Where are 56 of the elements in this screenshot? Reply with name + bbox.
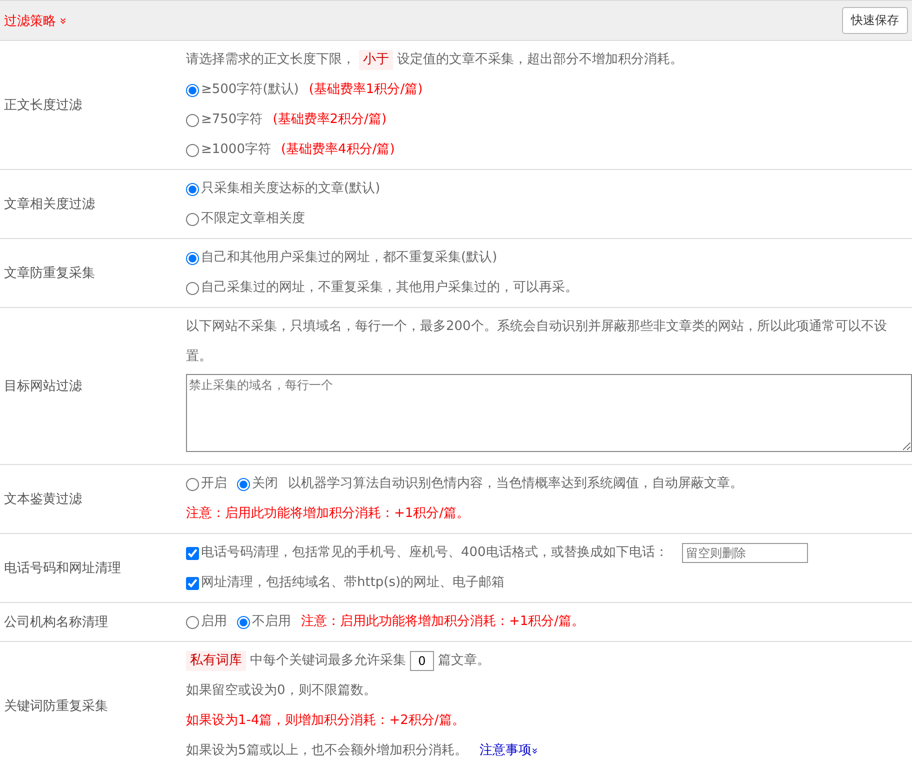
radio-option[interactable]: 开启: [186, 469, 227, 499]
radio-button[interactable]: [186, 144, 199, 156]
cost-note: 注意：启用此功能将增加积分消耗：+1积分/篇。: [186, 505, 470, 523]
row-label: 文本鉴黄过滤: [4, 491, 82, 508]
checkbox[interactable]: [186, 546, 199, 560]
description-text: 篇文章。: [438, 652, 490, 670]
description-text: 设定值的文章不采集，超出部分不增加积分消耗。: [397, 51, 683, 69]
description-text: 请选择需求的正文长度下限，: [186, 51, 355, 69]
description-text: 如果设为5篇或以上，也不会额外增加积分消耗。: [186, 742, 468, 760]
row-label: 公司机构名称清理: [4, 614, 108, 631]
cost-note: (基础费率1积分/篇): [308, 81, 423, 99]
radio-button[interactable]: [186, 84, 199, 96]
cost-note: (基础费率2积分/篇): [272, 111, 387, 129]
highlight-tag: 小于: [359, 50, 393, 70]
cost-note: 注意：启用此功能将增加积分消耗：+1积分/篇。: [301, 613, 585, 631]
row-label: 关键词防重复采集: [4, 698, 108, 715]
quick-save-button[interactable]: 快速保存: [842, 7, 908, 34]
radio-button[interactable]: [186, 478, 199, 490]
radio-button[interactable]: [186, 212, 199, 226]
radio-option[interactable]: ≥500字符(默认): [186, 75, 299, 105]
count-input-field[interactable]: 0: [410, 651, 434, 671]
radio-button[interactable]: [237, 616, 250, 628]
description-text: 以机器学习算法自动识别色情内容，当色情概率达到系统阈值，自动屏蔽文章。: [288, 475, 743, 493]
domain-textarea[interactable]: 禁止采集的域名，每行一个: [186, 374, 912, 452]
row-label: 文章相关度过滤: [4, 196, 95, 213]
description-text: 如果留空或设为0，则不限篇数。: [186, 682, 376, 700]
radio-button[interactable]: [237, 478, 250, 490]
radio-button[interactable]: [186, 114, 199, 126]
description-text: 以下网站不采集，只填域名，每行一个，最多200个。系统会自动识别并屏蔽那些非文章类的网站，所以此项通常可以不设置。: [186, 318, 888, 366]
description-text: 中每个关键词最多允许采集: [250, 652, 406, 670]
radio-option[interactable]: 不启用: [237, 607, 291, 637]
checkbox[interactable]: [186, 576, 199, 590]
radio-button[interactable]: [186, 182, 199, 196]
checkbox-option[interactable]: 电话号码清理，包括常见的手机号、座机号、400电话格式，或替换成如下电话：: [186, 538, 668, 568]
section-title[interactable]: 过滤策略 »: [4, 12, 68, 30]
radio-button[interactable]: [186, 616, 199, 628]
notes-link[interactable]: 注意事项 »: [479, 736, 538, 766]
cost-note: (基础费率4积分/篇): [280, 141, 395, 159]
radio-option[interactable]: 自己和其他用户采集过的网址，都不重复采集(默认): [186, 243, 498, 273]
radio-option[interactable]: ≥750字符: [186, 105, 263, 135]
radio-button[interactable]: [186, 282, 199, 294]
radio-button[interactable]: [186, 252, 199, 264]
radio-option[interactable]: 启用: [186, 607, 227, 637]
row-label: 文章防重复采集: [4, 265, 95, 282]
radio-option[interactable]: 不限定文章相关度: [186, 204, 305, 234]
radio-option[interactable]: 只采集相关度达标的文章(默认): [186, 174, 380, 204]
row-label: 正文长度过滤: [4, 97, 82, 114]
highlight-tag: 私有词库: [186, 651, 246, 671]
phone-input-field[interactable]: 留空则删除: [682, 543, 808, 563]
row-label: 电话号码和网址清理: [4, 560, 121, 577]
cost-note: 如果设为1-4篇，则增加积分消耗：+2积分/篇。: [186, 712, 465, 730]
row-label: 目标网站过滤: [4, 378, 82, 395]
radio-option[interactable]: ≥1000字符: [186, 135, 271, 165]
radio-option[interactable]: 关闭: [237, 469, 278, 499]
radio-option[interactable]: 自己采集过的网址，不重复采集，其他用户采集过的，可以再采。: [186, 273, 578, 303]
checkbox-option[interactable]: 网址清理，包括纯域名、带http(s)的网址、电子邮箱: [186, 568, 505, 598]
